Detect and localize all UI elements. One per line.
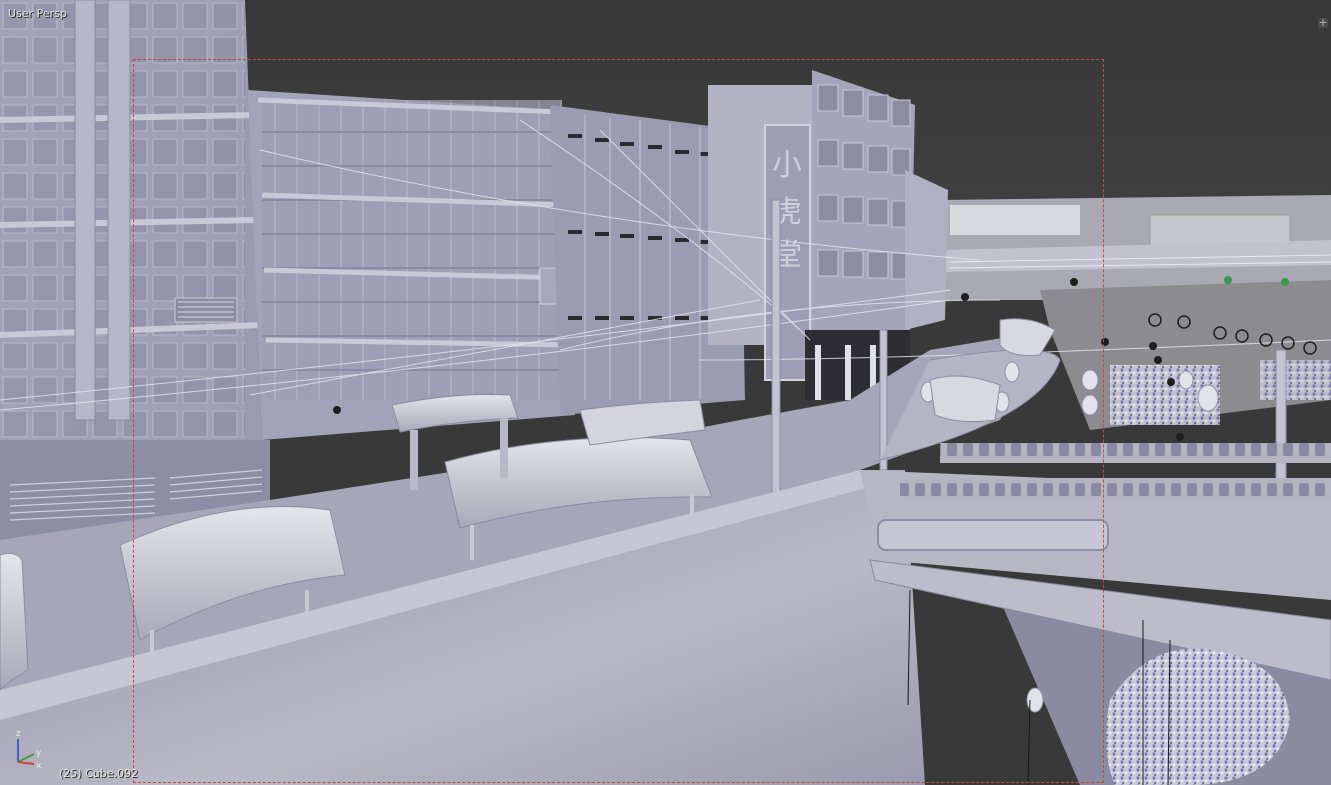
view-mode-label: User Persp [8,7,67,20]
region-split-widget[interactable]: + [1318,17,1328,28]
y-axis-line [17,753,35,763]
camera-frame [133,59,1104,783]
z-axis-label: z [16,729,21,739]
x-axis-label: x [36,761,42,771]
active-object-label: (25) Cube.092 [59,767,138,780]
axis-gizmo-icon: z y x [16,729,42,771]
y-axis-label: y [36,748,42,758]
x-axis-line [17,761,35,765]
3d-viewport[interactable]: 小 虎 堂 User Persp + (25) Cube.092 z y x [0,0,1331,785]
